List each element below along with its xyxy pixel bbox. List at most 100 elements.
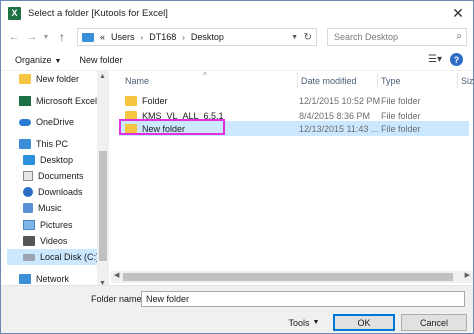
organize-label: Organize: [15, 54, 52, 65]
onedrive-icon: [19, 118, 31, 126]
nav-item-label: New folder: [36, 74, 80, 84]
arrow-right-icon: →: [26, 31, 38, 43]
tools-button[interactable]: Tools ▼: [279, 314, 329, 331]
scrollbar-thumb[interactable]: [99, 151, 107, 261]
scroll-right-icon[interactable]: ▶: [465, 271, 470, 279]
scroll-left-icon[interactable]: ◀: [114, 271, 119, 279]
nav-item-label: Pictures: [40, 220, 73, 230]
address-bar[interactable]: « Users › DT168 › Desktop ▼ ↻: [77, 28, 317, 46]
file-list-horizontal-scrollbar[interactable]: ◀ ▶: [111, 271, 473, 283]
help-icon[interactable]: ?: [450, 53, 463, 66]
nav-item-label: Documents: [38, 171, 84, 181]
address-overflow[interactable]: «: [100, 32, 105, 42]
address-separator-icon[interactable]: ›: [141, 33, 144, 42]
file-type: File folder: [381, 123, 421, 134]
nav-item-label: Network: [36, 274, 70, 284]
nav-item-label: This PC: [36, 139, 69, 149]
this-pc-icon: [82, 32, 94, 42]
recent-locations-button[interactable]: ▼: [41, 30, 51, 44]
chevron-down-icon: ▼: [54, 57, 62, 65]
nav-item-label: Music: [38, 203, 62, 213]
window-title: Select a folder [Kutools for Excel]: [28, 7, 168, 19]
search-placeholder: Search Desktop: [334, 32, 399, 42]
nav-item-this-pc[interactable]: This PC: [19, 136, 68, 152]
folder-name-input[interactable]: New folder: [141, 291, 465, 307]
navigation-bar: ← → ▼ ↑ « Users › DT168 › Desktop ▼ ↻ Se…: [1, 25, 473, 49]
file-type: File folder: [381, 110, 421, 121]
address-separator-icon[interactable]: ›: [182, 33, 185, 42]
nav-item-label: Videos: [40, 236, 68, 246]
column-divider[interactable]: [457, 73, 458, 89]
sort-ascending-icon: ^: [203, 71, 207, 80]
close-icon: ✕: [452, 4, 464, 21]
network-icon: [19, 274, 31, 284]
navigation-pane-scrollbar[interactable]: ▲ ▼: [97, 71, 109, 289]
file-name: Folder: [142, 95, 168, 106]
documents-icon: [23, 171, 33, 181]
music-icon: [23, 203, 33, 213]
nav-item-microsoft-excel[interactable]: Microsoft Excel: [19, 93, 97, 109]
pc-icon: [19, 139, 31, 149]
nav-item-documents[interactable]: Documents: [23, 168, 84, 184]
nav-item-music[interactable]: Music: [23, 200, 62, 216]
back-button[interactable]: ←: [7, 30, 21, 44]
arrow-left-icon: ←: [8, 31, 20, 43]
organize-menu-button[interactable]: Organize ▼: [15, 55, 61, 65]
nav-item-label: Desktop: [40, 155, 74, 165]
nav-item-onedrive[interactable]: OneDrive: [19, 114, 74, 130]
file-list: ^ Name Date modified Type Size Folder 12…: [111, 71, 473, 269]
new-folder-button[interactable]: New folder: [79, 55, 122, 65]
nav-item-local-disk[interactable]: Local Disk (C:): [7, 249, 100, 265]
excel-icon: [19, 96, 31, 106]
scroll-up-icon[interactable]: ▲: [99, 73, 106, 80]
nav-item-pictures[interactable]: Pictures: [23, 217, 73, 233]
column-divider[interactable]: [297, 73, 298, 89]
file-date: 12/13/2015 11:43 ...: [299, 123, 379, 134]
close-button[interactable]: ✕: [449, 4, 467, 22]
nav-item-desktop[interactable]: Desktop: [23, 152, 73, 168]
navigation-pane: New folder Microsoft Excel OneDrive This…: [1, 71, 111, 289]
up-button[interactable]: ↑: [55, 30, 69, 44]
view-options-icon[interactable]: ☰▾: [428, 54, 442, 65]
column-header-name[interactable]: Name: [125, 74, 149, 88]
scrollbar-thumb[interactable]: [123, 273, 453, 281]
column-header-date[interactable]: Date modified: [301, 74, 357, 88]
nav-item-label: OneDrive: [36, 117, 75, 127]
address-segment-users[interactable]: Users: [111, 32, 135, 42]
column-header-type[interactable]: Type: [381, 74, 401, 88]
column-header-size[interactable]: Size: [461, 74, 473, 88]
folder-icon: [125, 95, 137, 106]
tools-label: Tools: [288, 317, 310, 328]
file-date: 12/1/2015 10:52 PM: [299, 95, 381, 106]
nav-item-label: Downloads: [38, 187, 83, 197]
file-date: 8/4/2015 8:36 PM: [299, 110, 371, 121]
column-divider[interactable]: [377, 73, 378, 89]
address-segment-dt168[interactable]: DT168: [149, 32, 176, 42]
nav-item-videos[interactable]: Videos: [23, 233, 67, 249]
file-type: File folder: [381, 95, 421, 106]
disk-icon: [23, 253, 35, 261]
forward-button[interactable]: →: [25, 30, 39, 44]
highlight-annotation: [119, 119, 225, 135]
folder-icon: [19, 74, 31, 84]
address-segment-desktop[interactable]: Desktop: [191, 32, 224, 42]
file-row[interactable]: Folder 12/1/2015 10:52 PM File folder: [119, 93, 469, 108]
select-folder-dialog: X Select a folder [Kutools for Excel] ✕ …: [0, 0, 474, 334]
command-bar: Organize ▼ New folder ☰▾ ?: [1, 49, 473, 71]
search-icon: ⌕: [456, 31, 462, 42]
refresh-icon[interactable]: ↻: [304, 32, 312, 43]
nav-item-downloads[interactable]: Downloads: [23, 184, 83, 200]
cancel-button[interactable]: Cancel: [401, 314, 467, 331]
dialog-footer: Folder name: New folder Tools ▼ OK Cancel: [1, 285, 473, 333]
address-dropdown-icon[interactable]: ▼: [291, 34, 298, 41]
folder-name-label: Folder name:: [91, 294, 145, 304]
nav-item-new-folder[interactable]: New folder: [19, 71, 79, 87]
nav-item-label: Local Disk (C:): [40, 252, 100, 262]
videos-icon: [23, 236, 35, 246]
desktop-icon: [23, 155, 35, 165]
pictures-icon: [23, 220, 35, 230]
search-input[interactable]: Search Desktop ⌕: [327, 28, 467, 46]
chevron-down-icon: ▼: [312, 319, 320, 326]
ok-button[interactable]: OK: [333, 314, 395, 331]
downloads-icon: [23, 187, 33, 197]
